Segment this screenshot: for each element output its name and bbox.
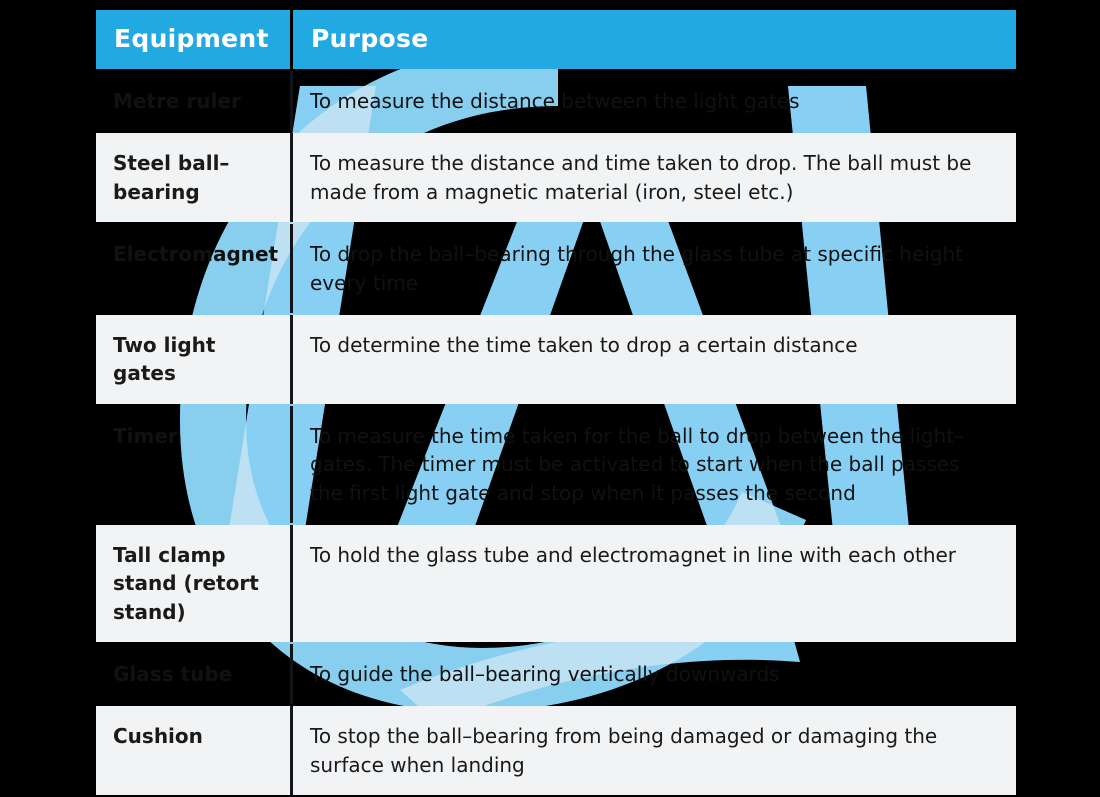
- header-row: Equipment Purpose: [96, 10, 1016, 69]
- column-header-purpose: Purpose: [293, 10, 1016, 69]
- table-header: Equipment Purpose: [96, 10, 1016, 69]
- cell-equipment: Steel ball–bearing: [96, 133, 293, 223]
- table-row: Electromagnet To drop the ball–bearing th…: [96, 224, 1016, 313]
- table-row: Two light gates To determine the time tak…: [96, 314, 1016, 404]
- table-row: Steel ball–bearing To measure the distanc…: [96, 133, 1016, 223]
- cell-purpose: To drop the ball–bearing through the gla…: [310, 242, 964, 295]
- table-body: Metre ruler To measure the distance betwe…: [96, 71, 1016, 796]
- cell-equipment: Electromagnet: [96, 224, 293, 313]
- cell-equipment: Tall clamp stand (retort stand): [96, 524, 293, 643]
- table-row: Metre ruler To measure the distance betwe…: [96, 71, 1016, 132]
- cell-equipment: Glass tube: [96, 644, 293, 705]
- cell-purpose: To stop the ball–bearing from being dama…: [293, 706, 1016, 796]
- cell-equipment: Timer: [96, 405, 293, 523]
- table-row: Tall clamp stand (retort stand) To hold t…: [96, 524, 1016, 643]
- cell-equipment: Metre ruler: [96, 71, 293, 132]
- cell-purpose: To measure the distance between the ligh…: [310, 89, 800, 113]
- cell-purpose: To measure the distance and time taken t…: [293, 133, 1016, 223]
- column-header-equipment: Equipment: [96, 10, 293, 69]
- table-row: Timer To measure the time taken for the b…: [96, 405, 1016, 523]
- equipment-table-container: Equipment Purpose Metre ruler To measure …: [96, 8, 1016, 797]
- cell-purpose: To guide the ball–bearing vertically dow…: [310, 662, 780, 687]
- cell-purpose: To hold the glass tube and electromagnet…: [293, 524, 1016, 643]
- table-row: Glass tube To guide the ball–bearing vert…: [96, 644, 1016, 705]
- equipment-purpose-table: Equipment Purpose Metre ruler To measure …: [96, 8, 1016, 797]
- cell-equipment: Two light gates: [96, 314, 293, 404]
- page-background: Equipment Purpose Metre ruler To measure …: [0, 0, 1100, 797]
- cell-purpose: To determine the time taken to drop a ce…: [293, 314, 1016, 404]
- cell-equipment: Cushion: [96, 706, 293, 796]
- cell-purpose: To measure the time taken for the ball t…: [310, 423, 965, 505]
- table-row: Cushion To stop the ball–bearing from bei…: [96, 706, 1016, 796]
